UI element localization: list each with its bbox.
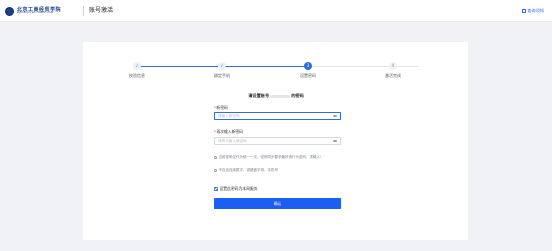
info-icon [214,155,217,159]
logo-english-name: BEIJING INDUSTRY AND COMMERCE COLLEGE [17,13,54,14]
step-2-check-icon: ✓ [218,62,226,70]
form-title: 请设置账号 的密码 [248,93,304,98]
confirm-password-label: *再次输入新密码 [214,129,243,134]
header-divider [83,6,84,16]
password-tip-2: 不包含连续数字，或键盘字母，手机号 [214,168,341,173]
password-checkbox-label: 设置此密码为本网服务 [219,186,258,191]
new-password-input[interactable]: 请输入新密码 [214,112,341,120]
new-password-label: *新密码 [214,105,228,110]
help-link-label: 查询须知 [527,8,544,13]
password-tip-1: 当前密码仅作为统一一次，密码同步要求最好请行为密码，须输入！ [214,155,341,160]
show-password-icon[interactable] [333,114,337,118]
help-link[interactable]: 查询须知 [521,8,544,14]
account-masked [270,94,291,98]
step-4-label: 激活完成 [385,73,401,78]
top-bar: 北京工商经贸学院 BEIJING INDUSTRY AND COMMERCE C… [0,0,552,22]
step-3-label: 设置密码 [300,73,316,78]
password-checkbox-row[interactable]: 设置此密码为本网服务 [214,186,257,192]
step-2-label: 绑定手机 [214,73,230,78]
new-password-placeholder: 请输入新密码 [218,113,240,118]
step-3-number: 3 [304,62,312,70]
college-logo[interactable]: 北京工商经贸学院 BEIJING INDUSTRY AND COMMERCE C… [5,6,61,16]
confirm-password-input[interactable]: 请再次输入新密码 [214,137,341,145]
confirm-button[interactable]: 确认 [214,198,341,209]
step-4-number: 4 [389,62,397,70]
password-checkbox[interactable] [214,187,218,191]
document-icon [521,9,526,13]
college-emblem-icon [5,6,14,16]
activation-card: ✓ 校验信息 ✓ 绑定手机 3 设置密码 4 激活完成 请设置账号 的密码 *新密… [83,42,468,240]
confirm-password-placeholder: 请再次输入新密码 [218,138,247,143]
step-1-check-icon: ✓ [133,62,141,70]
page-title: 账号激活 [89,7,114,14]
step-1-label: 校验信息 [129,73,145,78]
show-password-icon[interactable] [333,139,337,143]
info-icon [214,168,217,172]
